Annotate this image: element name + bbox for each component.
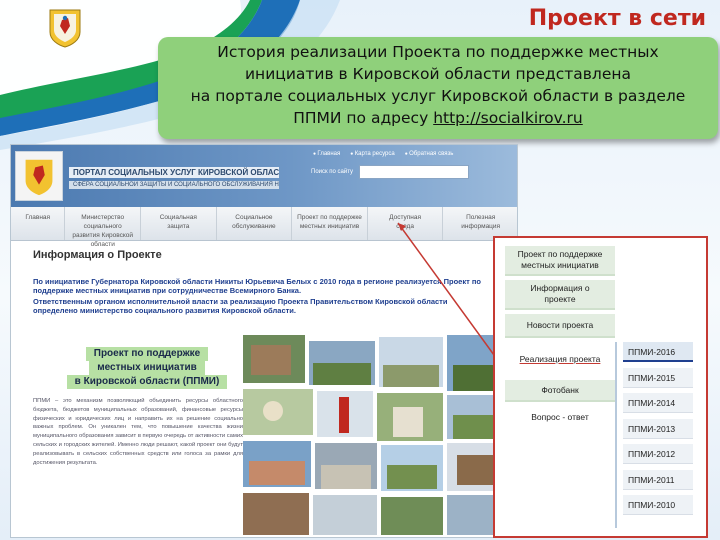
nav-item-accessible-env[interactable]: Доступная среда <box>368 207 444 240</box>
nav-item-ppmi[interactable]: Проект по поддержке местных инициатив <box>292 207 368 240</box>
year-item-2013[interactable]: ППМИ-2013 <box>623 418 693 439</box>
search-label: Поиск по сайту <box>311 169 354 175</box>
ppmi-banner-line: местных инициатив <box>89 361 205 375</box>
top-links: Главная Карта ресурса Обратная связь <box>313 151 453 157</box>
top-link-sitemap[interactable]: Карта ресурса <box>350 151 395 157</box>
menu-item-implementation[interactable]: Реализация проекта <box>505 346 615 372</box>
portal-subtitle: СФЕРА СОЦИАЛЬНОЙ ЗАЩИТЫ И СОЦИАЛЬНОГО ОБ… <box>69 181 279 189</box>
nav-item-social-protection[interactable]: Социальная защита <box>141 207 217 240</box>
top-link-home[interactable]: Главная <box>313 151 340 157</box>
info-callout: История реализации Проекта по поддержке … <box>158 37 718 139</box>
portal-logo-icon[interactable] <box>15 151 63 201</box>
portal-nav: Главная Министерство социального развити… <box>11 207 517 248</box>
callout-line: История реализации Проекта по поддержке … <box>217 43 659 61</box>
search-input[interactable] <box>359 165 469 179</box>
menu-item-ppmi[interactable]: Проект по поддержке местных инициатив <box>505 246 615 276</box>
year-item-2016[interactable]: ППМИ-2016 <box>623 342 693 362</box>
callout-line-with-link: ППМИ по адресу http://socialkirov.ru <box>166 107 710 129</box>
project-menu: Проект по поддержке местных инициатив Ин… <box>505 246 615 432</box>
callout-link-prefix: ППМИ по адресу <box>293 109 434 127</box>
year-item-2010[interactable]: ППМИ-2010 <box>623 495 693 515</box>
slide-title: Проект в сети <box>528 6 706 31</box>
menu-item-photobank[interactable]: Фотобанк <box>505 380 615 402</box>
kirov-coat-of-arms-icon <box>49 9 81 48</box>
portal-screenshot: ПОРТАЛ СОЦИАЛЬНЫХ УСЛУГ КИРОВСКОЙ ОБЛАСТ… <box>10 144 518 538</box>
info-paragraph: По инициативе Губернатора Кировской обла… <box>33 277 481 295</box>
portal-title: ПОРТАЛ СОЦИАЛЬНЫХ УСЛУГ КИРОВСКОЙ ОБЛАСТ… <box>69 167 279 178</box>
year-item-2011[interactable]: ППМИ-2011 <box>623 469 693 490</box>
ppmi-banner: Проект по поддержке местных инициатив в … <box>59 347 235 393</box>
portal-link[interactable]: http://socialkirov.ru <box>433 109 583 127</box>
info-title: Информация о Проекте <box>33 249 162 261</box>
nav-item-social-service[interactable]: Социальное обслуживание <box>217 207 293 240</box>
year-item-2015[interactable]: ППМИ-2015 <box>623 367 693 388</box>
nav-item-home[interactable]: Главная <box>11 207 66 240</box>
top-link-feedback[interactable]: Обратная связь <box>405 151 453 157</box>
ppmi-menu-panel: Проект по поддержке местных инициатив Ин… <box>493 236 708 538</box>
menu-item-faq[interactable]: Вопрос - ответ <box>505 406 615 428</box>
ppmi-banner-line: Проект по поддержке <box>85 347 209 361</box>
callout-line: инициатив в Кировской области представле… <box>244 65 632 83</box>
menu-item-project-info[interactable]: Информация о проекте <box>505 280 615 310</box>
ppmi-banner-line: в Кировской области (ППМИ) <box>66 375 228 389</box>
ppmi-year-list: ППМИ-2016 ППМИ-2015 ППМИ-2014 ППМИ-2013 … <box>623 342 693 521</box>
callout-line: на портале социальных услуг Кировской об… <box>190 87 686 105</box>
project-photo-collage <box>243 335 513 535</box>
year-item-2012[interactable]: ППМИ-2012 <box>623 444 693 464</box>
year-list-divider <box>615 342 617 528</box>
menu-item-project-news[interactable]: Новости проекта <box>505 314 615 338</box>
portal-header: ПОРТАЛ СОЦИАЛЬНЫХ УСЛУГ КИРОВСКОЙ ОБЛАСТ… <box>11 145 517 207</box>
nav-item-ministry[interactable]: Министерство социального развития Кировс… <box>65 207 142 248</box>
ppmi-description: ППМИ – это механизм позволяющий объедини… <box>33 398 243 466</box>
info-paragraph: Ответственным органом исполнительной вла… <box>33 297 448 315</box>
year-item-2014[interactable]: ППМИ-2014 <box>623 393 693 413</box>
